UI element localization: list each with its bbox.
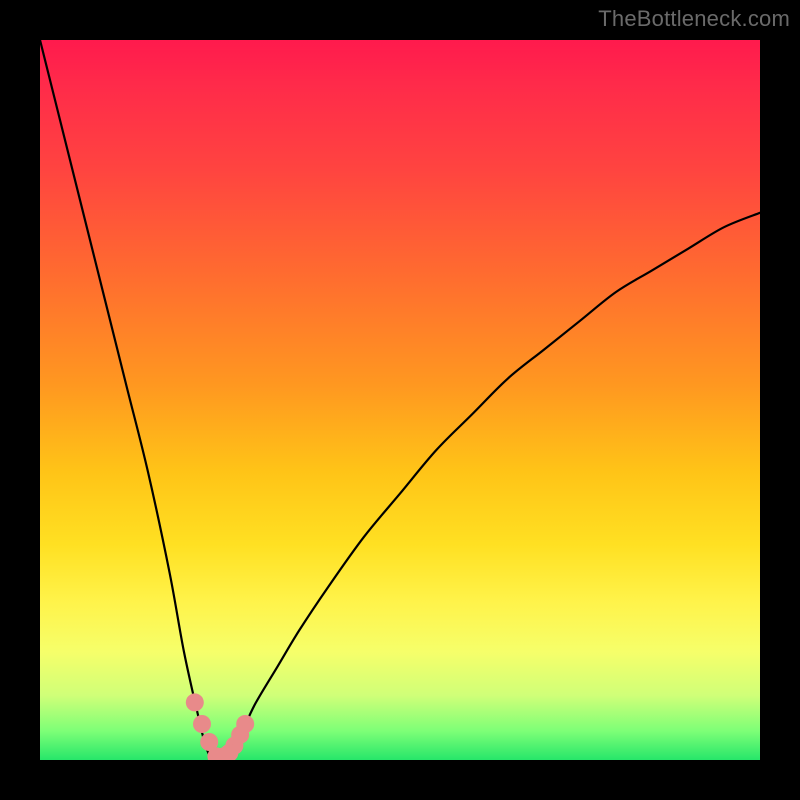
valley-dot — [186, 693, 204, 711]
bottleneck-curve — [40, 40, 760, 760]
chart-svg — [40, 40, 760, 760]
watermark-text: TheBottleneck.com — [598, 6, 790, 32]
valley-dots — [186, 693, 254, 760]
chart-frame: TheBottleneck.com — [0, 0, 800, 800]
plot-area — [40, 40, 760, 760]
valley-dot — [193, 715, 211, 733]
valley-dot — [236, 715, 254, 733]
